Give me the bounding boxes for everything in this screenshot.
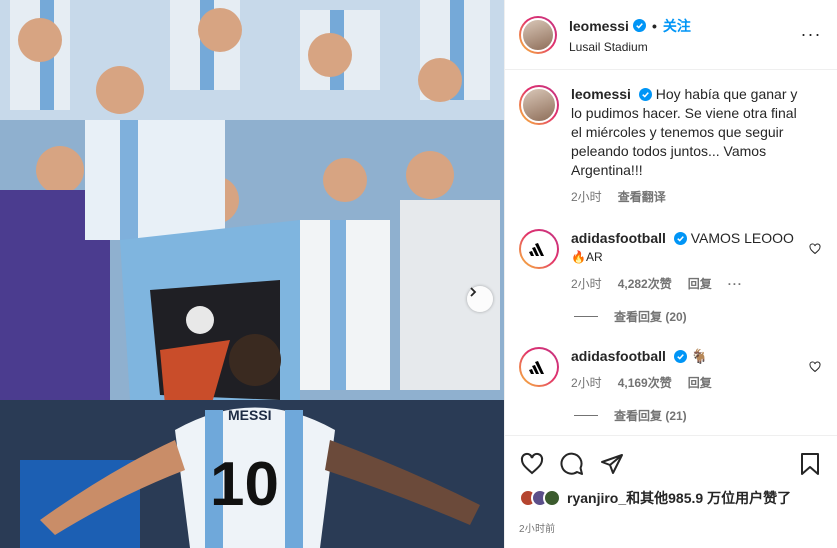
comment-text-line2: 🔥AR [571,250,603,264]
view-replies-button[interactable]: 查看回复 (21) [574,407,823,424]
verified-badge-icon [638,88,652,101]
comment-row: adidasfootball VAMOS LEOOO 🔥AR 2小时 4,282… [519,229,823,294]
view-replies-button[interactable]: 查看回复 (20) [574,308,823,325]
like-button[interactable] [519,451,545,477]
separator-dot: • [651,17,657,34]
verified-badge-icon [632,19,646,32]
comment-more-icon[interactable]: ··· [728,275,743,294]
chevron-right-icon [470,287,477,297]
commenter-avatar[interactable] [519,347,559,387]
post-photo[interactable]: MESSI 10 [0,0,504,548]
comment-text: VAMOS LEOOO [690,230,794,246]
adidas-logo-icon [529,243,544,256]
comment-row: adidasfootball 🐐 2小时 4,169次赞 回复 [519,347,823,393]
post-side-panel: leomessi • 关注 Lusail Stadium ··· leomess… [504,0,837,548]
comment-username[interactable]: adidasfootball [571,230,666,246]
jersey-name: MESSI [228,407,272,423]
next-photo-button[interactable] [467,286,493,312]
comment-button[interactable] [559,451,585,477]
commenter-avatar[interactable] [519,229,559,269]
save-button[interactable] [797,451,823,477]
comment-text: 🐐 [690,348,709,364]
author-avatar[interactable] [519,15,557,54]
comment-likes-count[interactable]: 4,169次赞 [618,374,672,393]
comment-time: 2小时 [571,277,602,291]
caption-username[interactable]: leomessi [571,86,631,102]
comment-likes-count[interactable]: 4,282次赞 [618,275,672,294]
crowd-celebration-image: MESSI 10 [0,0,504,548]
share-button[interactable] [599,451,625,477]
reply-button[interactable]: 回复 [688,374,712,393]
comments-section[interactable]: leomessi Hoy había que ganar y lo pudimo… [505,71,837,435]
caption-row: leomessi Hoy había que ganar y lo pudimo… [519,85,823,207]
caption-time: 2小时 [571,190,602,204]
paper-plane-icon [601,454,623,474]
liker-avatars [519,489,561,507]
author-username[interactable]: leomessi [569,18,629,34]
jersey-number: 10 [210,450,279,519]
verified-badge-icon [673,232,687,245]
follow-button[interactable]: 关注 [663,16,691,36]
post-actions: ryanjiro_ 和其他985.9 万位用户赞了 2小时前 [505,435,837,535]
comment-time: 2小时 [571,376,602,390]
adidas-logo-icon [529,361,544,374]
bookmark-icon [801,453,819,475]
comment-bubble-icon [560,452,583,475]
likes-text: 和其他985.9 万位用户赞了 [626,490,792,506]
verified-badge-icon [673,350,687,363]
heart-icon[interactable] [809,361,821,373]
liker-username[interactable]: ryanjiro_ [567,490,626,506]
comment-username[interactable]: adidasfootball [571,348,666,364]
heart-icon[interactable] [809,243,821,255]
heart-icon [520,452,544,475]
post-timestamp[interactable]: 2小时前 [519,520,823,535]
post-header: leomessi • 关注 Lusail Stadium ··· [505,0,837,70]
likes-summary[interactable]: ryanjiro_ 和其他985.9 万位用户赞了 [519,488,823,508]
post-location[interactable]: Lusail Stadium [569,40,799,54]
reply-button[interactable]: 回复 [688,275,712,294]
translate-link[interactable]: 查看翻译 [618,188,666,207]
author-avatar[interactable] [519,85,559,125]
more-horizontal-icon[interactable]: ··· [799,24,823,45]
